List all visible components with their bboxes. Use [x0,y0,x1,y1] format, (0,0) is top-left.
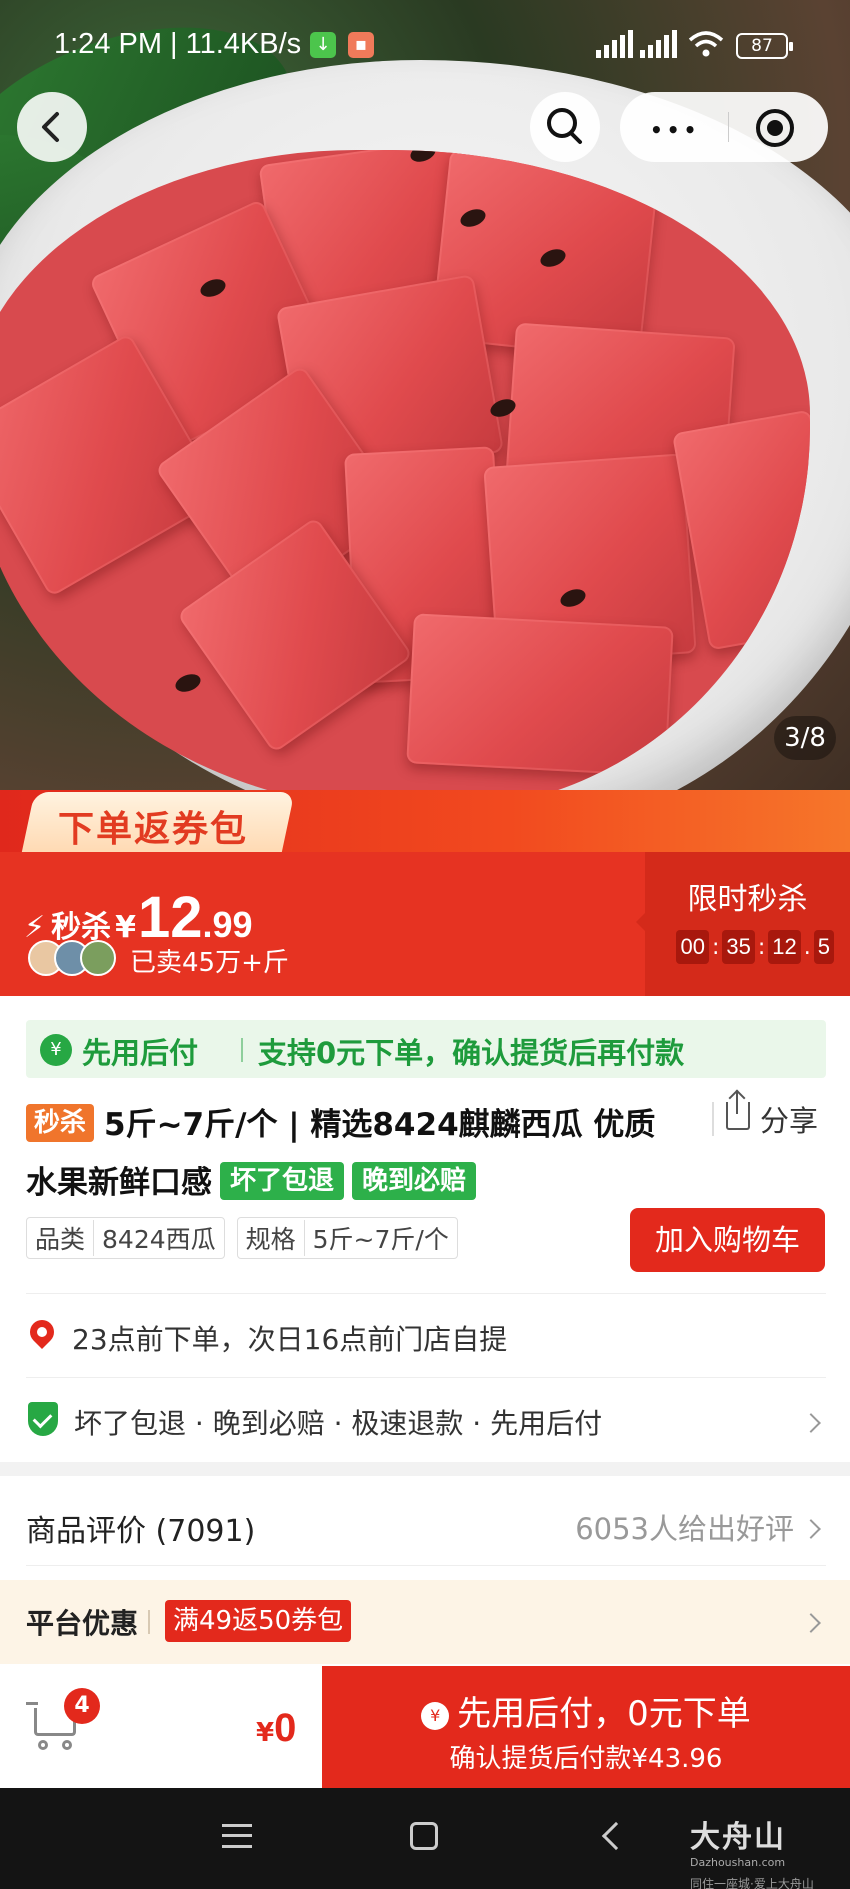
spec-value: 8424西瓜 [102,1225,216,1254]
pickup-info-row: 23点前下单，次日16点前门店自提 [25,1308,826,1368]
chevron-right-icon [801,1413,821,1433]
coupon-ribbon-label: 下单返券包 [58,809,249,850]
more-options-icon[interactable]: ••• [650,118,700,142]
countdown-hours: 00 [676,930,709,964]
search-button[interactable] [530,92,600,162]
guarantee-row[interactable]: 坏了包退 · 晚到必赔 · 极速退款 · 先用后付 [26,1392,826,1452]
spec-key: 品类 [27,1220,95,1256]
home-icon[interactable] [410,1822,438,1850]
gallery-counter: 3/8 [774,716,836,760]
watermark: 大舟山 Dazhoushan.com 同住一座城·爱上大舟山 [690,1812,814,1889]
chevron-right-icon [801,1613,821,1633]
spec-size[interactable]: 规格 5斤~7斤/个 [236,1217,458,1259]
cart-count-badge: 4 [64,1688,100,1724]
price-decimal: .99 [202,904,253,945]
countdown-timer: 00 : 35 : 12 . 5 [676,930,834,964]
share-divider [712,1102,714,1136]
download-icon: ↓ [310,32,336,58]
bottom-action-bar: 4 ¥0 ¥ 先用后付，0元下单 确认提货后付款¥43.96 [0,1666,850,1788]
countdown-tenths: 5 [813,930,834,964]
status-time: 1:24 PM | 11.4KB/s [54,28,302,60]
limited-flash-sale-title: 限时秒杀 [687,882,808,917]
capsule-divider [728,112,729,142]
watermark-brand: 大舟山 [690,1820,786,1855]
order-total: ¥0 [256,1706,296,1751]
sold-count: 已卖45万+斤 [130,948,289,978]
divider [26,1565,826,1566]
chevron-left-icon [42,112,59,142]
status-bar: 1:24 PM | 11.4KB/s ↓ ▪ 87 [0,0,850,92]
total-currency: ¥ [256,1718,275,1748]
pay-later-title: 先用后付 [82,1036,199,1070]
battery-indicator: 87 [736,33,793,59]
total-value: 0 [274,1706,297,1750]
pay-later-text: 支持0元下单，确认提货后再付款 [258,1036,685,1070]
buy-button-title-row: ¥ 先用后付，0元下单 [322,1686,850,1735]
product-title: 秒杀 5斤~7斤/个 | 精选8424麒麟西瓜 优质水果新鲜口感 坏了包退 晚到必赔 [26,1096,686,1212]
watermark-slogan: 同住一座城·爱上大舟山 [690,1877,814,1889]
share-button[interactable]: 分享 [712,1092,832,1138]
badge-return-if-bad: 坏了包退 [220,1162,345,1200]
promo-coupon-tag: 满49返50券包 [165,1600,352,1642]
chevron-right-icon [801,1519,821,1539]
currency-symbol: ¥ [115,910,136,945]
platform-promo-label: 平台优惠 [26,1607,139,1640]
avatar [80,940,116,976]
platform-promo-row[interactable]: 平台优惠 满49返50券包 [0,1580,850,1664]
wifi-icon [688,31,724,57]
pay-later-icon: ¥ [40,1034,72,1066]
back-icon[interactable] [601,1821,631,1851]
watermark-site: Dazhoushan.com [690,1856,786,1869]
share-icon [726,1092,750,1130]
spec-chips: 品类 8424西瓜 规格 5斤~7斤/个 [26,1217,458,1259]
section-gap [0,1462,850,1476]
divider [26,1293,826,1294]
search-icon [547,108,582,144]
badge-late-compensation: 晚到必赔 [352,1162,477,1200]
back-button[interactable] [17,92,87,162]
price-integer: 12 [137,885,203,950]
signal-hd-icon [640,30,677,58]
bowl [0,60,850,840]
share-label: 分享 [760,1104,819,1138]
app-notification-icon: ▪ [348,32,374,58]
promo-divider [148,1610,150,1634]
system-nav-bar: 大舟山 Dazhoushan.com 同住一座城·爱上大舟山 [0,1788,850,1889]
location-pin-icon [25,1315,59,1349]
divider [26,1377,826,1378]
pay-later-divider [241,1038,243,1062]
pay-later-banner[interactable]: ¥ 先用后付 支持0元下单，确认提货后再付款 [26,1020,826,1078]
buy-button-title: 先用后付，0元下单 [457,1694,751,1734]
guarantee-text: 坏了包退 · 晚到必赔 · 极速退款 · 先用后付 [74,1407,603,1440]
pay-later-icon: ¥ [421,1702,450,1730]
countdown-minutes: 35 [722,930,755,964]
flash-sale-tag: 秒杀 [26,1104,95,1142]
pay-later-buy-button[interactable]: ¥ 先用后付，0元下单 确认提货后付款¥43.96 [322,1666,850,1788]
limited-flash-sale-panel: 限时秒杀 00 : 35 : 12 . 5 [645,852,850,996]
price-banner: ⚡ 秒杀 ¥ 12 .99 已卖45万+斤 限时秒杀 00 : 35 : 12 … [0,852,850,996]
spec-category[interactable]: 品类 8424西瓜 [26,1217,225,1259]
spec-key: 规格 [238,1220,305,1256]
pickup-text: 23点前下单，次日16点前门店自提 [72,1323,508,1356]
buyer-avatars [28,940,116,976]
spec-value: 5斤~7斤/个 [312,1225,449,1254]
reviews-label: 商品评价 (7091) [26,1514,256,1549]
reviews-row[interactable]: 商品评价 (7091) 6053人给出好评 [26,1492,826,1562]
watermelon-pieces [0,150,810,810]
miniapp-capsule: ••• [620,92,828,162]
buy-button-subtitle: 确认提货后付款¥43.96 [449,1744,723,1774]
menu-icon[interactable] [222,1824,252,1848]
add-to-cart-button[interactable]: 加入购物车 [630,1208,825,1272]
close-miniapp-icon[interactable] [756,109,794,147]
signal-icon [596,30,633,58]
reviews-summary: 6053人给出好评 [575,1512,794,1546]
countdown-seconds: 12 [768,930,801,964]
shield-check-icon [28,1402,58,1436]
